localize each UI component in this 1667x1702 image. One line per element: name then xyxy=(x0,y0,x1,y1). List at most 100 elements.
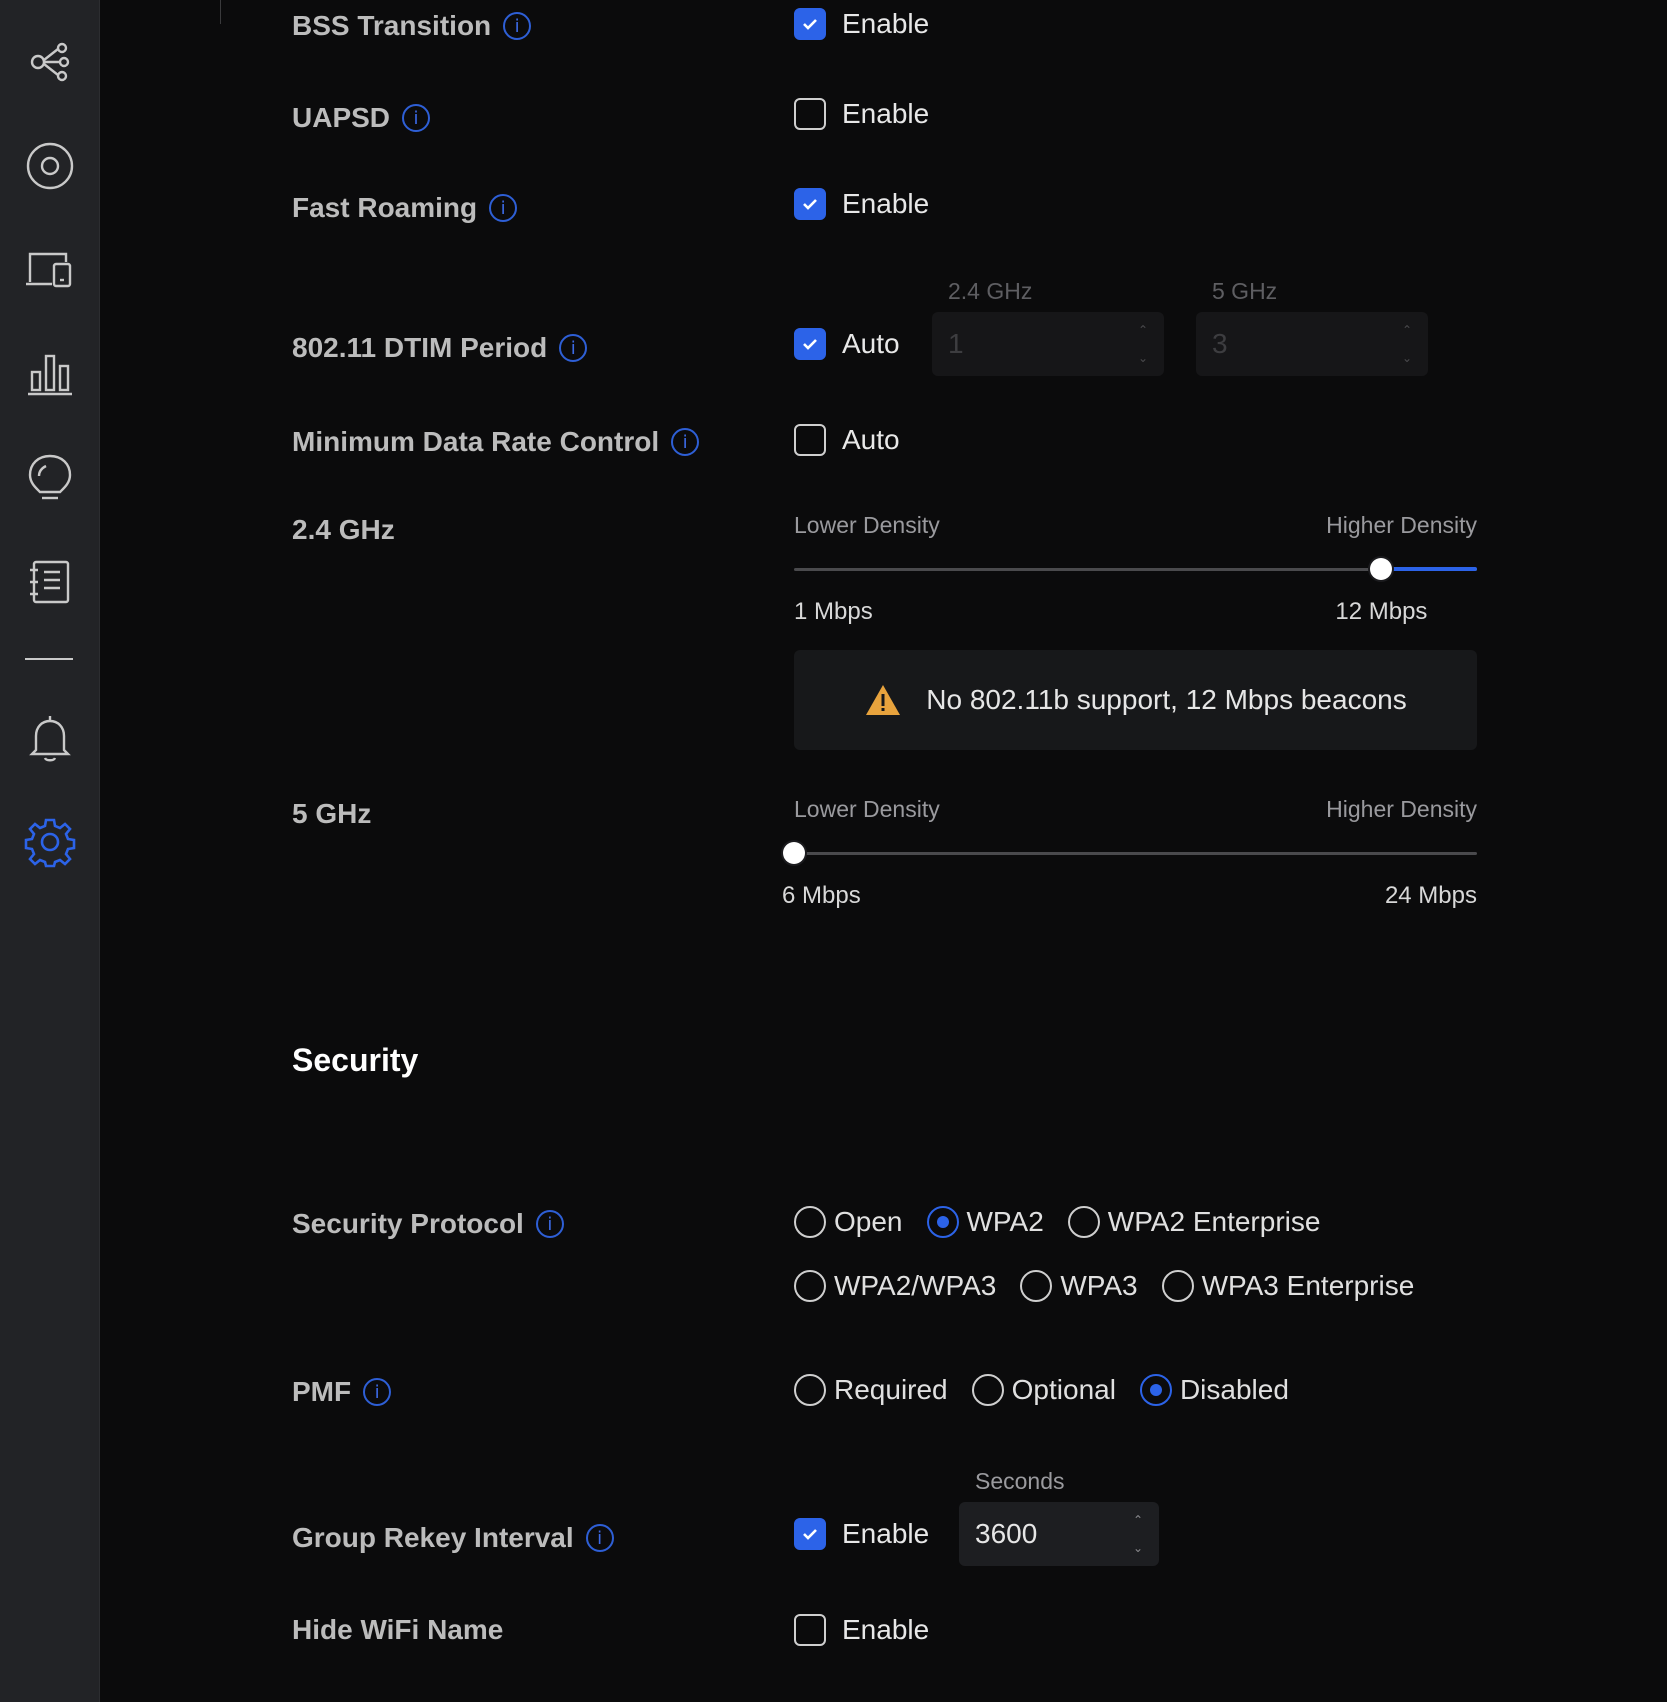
chevron-up-icon[interactable]: ⌃ xyxy=(1402,324,1412,336)
chevron-down-icon[interactable]: ⌄ xyxy=(1138,352,1148,364)
sidebar xyxy=(0,0,100,1702)
radio-open[interactable]: Open xyxy=(794,1206,903,1238)
radio-selected-icon[interactable] xyxy=(1139,1374,1172,1406)
radio-selected-icon[interactable] xyxy=(926,1206,959,1238)
stepper-value: 1 xyxy=(948,328,964,359)
checkbox-label: Auto xyxy=(842,328,900,359)
radio-icon[interactable] xyxy=(794,1270,826,1302)
chevron-up-icon[interactable]: ⌃ xyxy=(1138,324,1148,336)
warning-text: No 802.11b support, 12 Mbps beacons xyxy=(926,684,1407,715)
band-24-slider-fill xyxy=(1381,567,1477,571)
min-data-rate-auto-checkbox[interactable]: Auto xyxy=(794,424,900,456)
security-section-title: Security xyxy=(292,1042,419,1078)
gear-icon[interactable] xyxy=(24,816,76,868)
min-data-rate-label: Minimum Data Rate Control i xyxy=(292,426,700,458)
stepper-value: 3 xyxy=(1212,328,1228,359)
stepper-value[interactable]: 3600 xyxy=(975,1518,1037,1550)
warning-icon xyxy=(866,685,901,715)
bar-chart-icon[interactable] xyxy=(24,348,76,400)
band-24-slider-thumb[interactable] xyxy=(1370,558,1393,580)
radio-disabled[interactable]: Disabled xyxy=(1139,1374,1289,1406)
checkbox-label: Enable xyxy=(842,8,930,39)
info-icon[interactable]: i xyxy=(671,428,700,456)
uapsd-checkbox[interactable]: Enable xyxy=(794,98,929,130)
info-icon[interactable]: i xyxy=(503,12,532,40)
lightbulb-icon[interactable] xyxy=(24,452,76,504)
band-24-label: 2.4 GHz xyxy=(292,514,395,545)
rekey-seconds-stepper[interactable]: 3600 ⌃ ⌄ xyxy=(959,1502,1159,1566)
group-rekey-label: Group Rekey Interval i xyxy=(292,1522,614,1554)
radio-wpa3[interactable]: WPA3 xyxy=(1020,1270,1138,1302)
radio-label: Open xyxy=(834,1206,903,1237)
group-rekey-checkbox[interactable]: Enable xyxy=(794,1518,929,1550)
seconds-title: Seconds xyxy=(975,1468,1065,1494)
radio-icon[interactable] xyxy=(794,1374,826,1406)
security-protocol-row-1: Open WPA2 WPA2 Enterprise xyxy=(794,1206,1344,1238)
dtim-5-title: 5 GHz xyxy=(1212,278,1278,304)
band-5-slider-thumb[interactable] xyxy=(783,842,805,864)
target-icon[interactable] xyxy=(24,140,76,192)
checkbox-checked-icon[interactable] xyxy=(794,328,826,360)
radio-required[interactable]: Required xyxy=(794,1374,948,1406)
checkbox-checked-icon[interactable] xyxy=(794,1518,826,1550)
chevron-down-icon[interactable]: ⌄ xyxy=(1133,1542,1143,1554)
radio-icon[interactable] xyxy=(1020,1270,1053,1302)
dtim-period-label: 802.11 DTIM Period i xyxy=(292,332,588,364)
devices-icon[interactable] xyxy=(24,244,76,296)
checkbox-checked-icon[interactable] xyxy=(794,8,826,40)
hide-wifi-name-label: Hide WiFi Name xyxy=(292,1614,504,1645)
checkbox-label: Enable xyxy=(842,188,930,219)
info-icon[interactable]: i xyxy=(585,1524,614,1552)
info-icon[interactable]: i xyxy=(535,1210,564,1238)
radio-icon[interactable] xyxy=(1161,1270,1194,1302)
checkbox-unchecked-icon[interactable] xyxy=(794,98,826,130)
uapsd-label: UAPSD i xyxy=(292,102,431,134)
checkbox-label: Enable xyxy=(842,98,930,129)
settings-panel: BSS Transition i Enable UAPSD i Enable F… xyxy=(100,0,1667,1702)
pmf-options: Required Optional Disabled xyxy=(794,1374,1313,1406)
dtim-auto-checkbox[interactable]: Auto xyxy=(794,328,900,360)
band-5-slider-track[interactable] xyxy=(794,852,1477,855)
fast-roaming-checkbox[interactable]: Enable xyxy=(794,188,929,220)
topology-icon[interactable] xyxy=(24,36,76,88)
dtim-5-stepper[interactable]: 3 ⌃ ⌄ xyxy=(1196,312,1428,376)
security-protocol-label: Security Protocol i xyxy=(292,1208,564,1240)
radio-label: WPA3 Enterprise xyxy=(1201,1270,1415,1301)
checkbox-label: Enable xyxy=(842,1518,930,1549)
info-icon[interactable]: i xyxy=(489,194,518,222)
checkbox-checked-icon[interactable] xyxy=(794,188,826,220)
radio-icon[interactable] xyxy=(1067,1206,1100,1238)
bss-transition-checkbox[interactable]: Enable xyxy=(794,8,929,40)
radio-label: Required xyxy=(834,1374,948,1405)
bss-transition-label: BSS Transition i xyxy=(292,10,532,42)
band-5-min-label: 6 Mbps xyxy=(782,882,861,909)
lower-density-label: Lower Density xyxy=(794,512,940,538)
checkbox-label: Auto xyxy=(842,424,900,455)
radio-wpa2-enterprise[interactable]: WPA2 Enterprise xyxy=(1067,1206,1321,1238)
band-24-value-label: 12 Mbps xyxy=(1335,598,1428,625)
checkbox-unchecked-icon[interactable] xyxy=(794,424,826,456)
notebook-icon[interactable] xyxy=(24,556,76,608)
fast-roaming-label: Fast Roaming i xyxy=(292,192,518,224)
chevron-up-icon[interactable]: ⌃ xyxy=(1133,1514,1143,1526)
radio-icon[interactable] xyxy=(794,1206,826,1238)
chevron-down-icon[interactable]: ⌄ xyxy=(1402,352,1412,364)
hide-wifi-name-checkbox[interactable]: Enable xyxy=(794,1614,929,1646)
radio-wpa2[interactable]: WPA2 xyxy=(926,1206,1044,1238)
dtim-24-stepper[interactable]: 1 ⌃ ⌄ xyxy=(932,312,1164,376)
radio-label: Optional xyxy=(1011,1374,1116,1405)
higher-density-label: Higher Density xyxy=(1326,796,1477,822)
info-icon[interactable]: i xyxy=(559,334,588,362)
radio-wpa3-enterprise[interactable]: WPA3 Enterprise xyxy=(1161,1270,1415,1302)
checkbox-label: Enable xyxy=(842,1614,930,1645)
checkbox-unchecked-icon[interactable] xyxy=(794,1614,826,1646)
pmf-label: PMF i xyxy=(292,1376,392,1408)
info-icon[interactable]: i xyxy=(363,1378,392,1406)
divider xyxy=(220,0,221,24)
radio-wpa2-wpa3[interactable]: WPA2/WPA3 xyxy=(794,1270,996,1302)
radio-label: WPA2 Enterprise xyxy=(1107,1206,1321,1237)
bell-icon[interactable] xyxy=(24,712,76,764)
info-icon[interactable]: i xyxy=(402,104,431,132)
radio-icon[interactable] xyxy=(971,1374,1004,1406)
radio-optional[interactable]: Optional xyxy=(971,1374,1116,1406)
